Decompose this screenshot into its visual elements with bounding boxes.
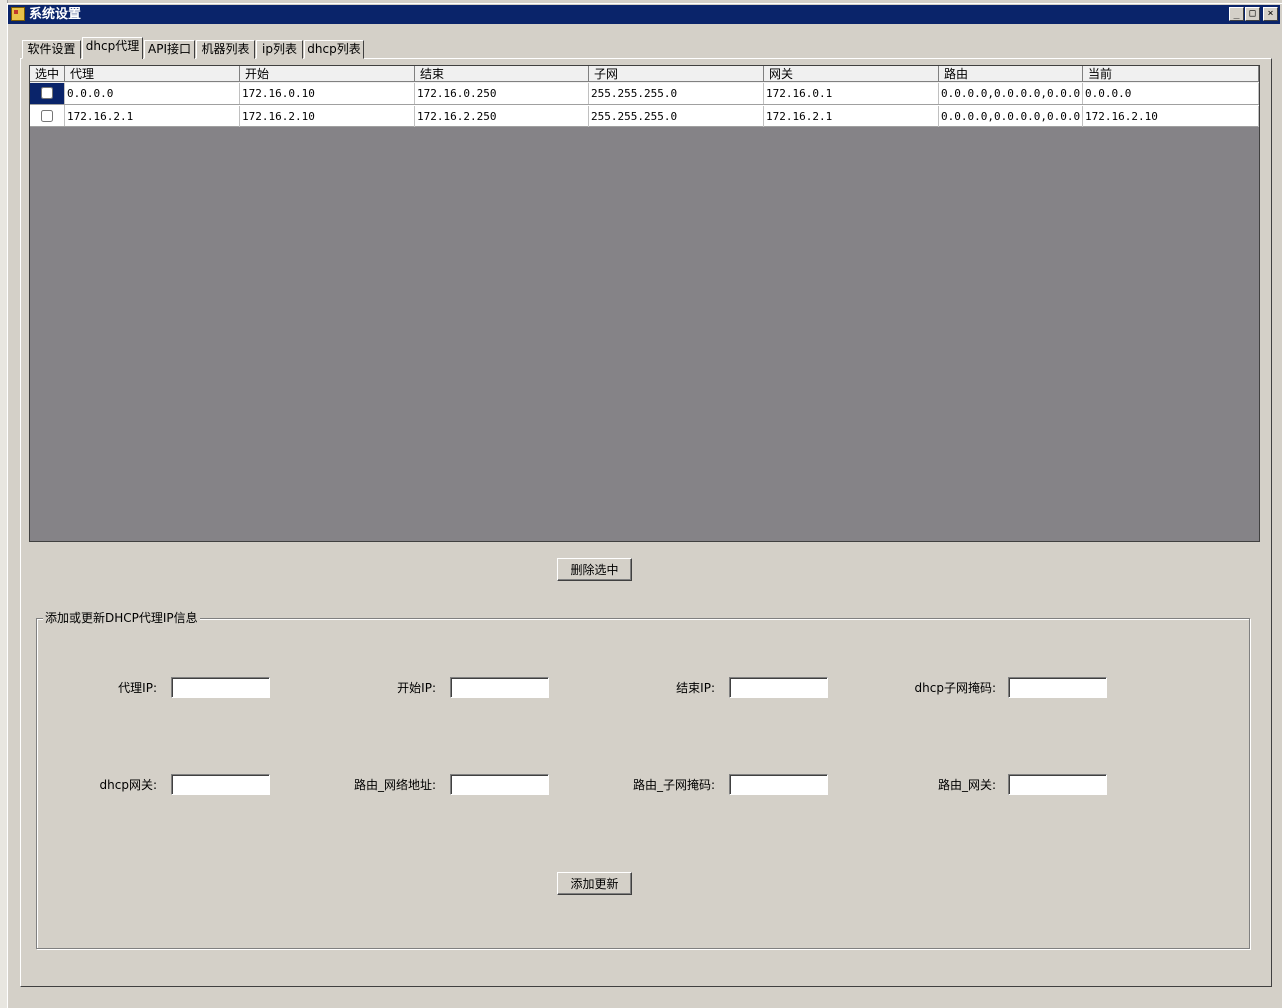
route-gateway-label: 路由_网关:: [937, 778, 996, 792]
cell-subnet[interactable]: 255.255.255.0: [589, 106, 764, 127]
route-network-label: 路由_网络地址:: [353, 778, 436, 792]
route-mask-label: 路由_子网掩码:: [632, 778, 715, 792]
dhcp-gateway-label: dhcp网关:: [99, 778, 157, 792]
dhcp-mask-input[interactable]: [1008, 677, 1107, 698]
maximize-icon[interactable]: □: [1245, 7, 1260, 21]
route-gateway-input[interactable]: [1008, 774, 1107, 795]
column-header-current[interactable]: 当前: [1083, 66, 1259, 82]
route-network-input[interactable]: [450, 774, 549, 795]
tab-api[interactable]: API接口: [144, 40, 195, 59]
tab-ip-list[interactable]: ip列表: [256, 40, 303, 59]
tab-software-settings[interactable]: 软件设置: [22, 40, 81, 59]
cell-current[interactable]: 0.0.0.0: [1083, 83, 1259, 104]
app-icon: [11, 7, 25, 21]
window-title: 系统设置: [29, 7, 82, 22]
end-ip-input[interactable]: [729, 677, 828, 698]
cell-proxy[interactable]: 172.16.2.1: [65, 106, 240, 127]
proxy-ip-input[interactable]: [171, 677, 270, 698]
row-checkbox[interactable]: [41, 110, 53, 122]
dhcp-gateway-input[interactable]: [171, 774, 270, 795]
column-header-select[interactable]: 选中: [30, 66, 65, 82]
group-title: 添加或更新DHCP代理IP信息: [43, 610, 200, 626]
cell-start[interactable]: 172.16.0.10: [240, 83, 415, 104]
cell-current[interactable]: 172.16.2.10: [1083, 106, 1259, 127]
start-ip-label: 开始IP:: [397, 681, 436, 695]
tab-dhcp-proxy[interactable]: dhcp代理: [82, 37, 143, 59]
tab-dhcp-list[interactable]: dhcp列表: [304, 40, 364, 59]
dhcp-mask-label: dhcp子网掩码:: [914, 681, 996, 695]
row-checkbox[interactable]: [41, 87, 53, 99]
delete-selected-button[interactable]: 删除选中: [557, 558, 632, 581]
tab-machine-list[interactable]: 机器列表: [196, 40, 255, 59]
add-update-button[interactable]: 添加更新: [557, 872, 632, 895]
cell-gateway[interactable]: 172.16.0.1: [764, 83, 939, 104]
cell-end[interactable]: 172.16.0.250: [415, 83, 589, 104]
minimize-icon[interactable]: _: [1229, 7, 1244, 21]
end-ip-label: 结束IP:: [676, 681, 715, 695]
cell-subnet[interactable]: 255.255.255.0: [589, 83, 764, 104]
start-ip-input[interactable]: [450, 677, 549, 698]
column-header-route[interactable]: 路由: [939, 66, 1083, 82]
proxy-grid[interactable]: [29, 65, 1260, 542]
proxy-ip-label: 代理IP:: [118, 681, 157, 695]
cell-start[interactable]: 172.16.2.10: [240, 106, 415, 127]
route-mask-input[interactable]: [729, 774, 828, 795]
cell-gateway[interactable]: 172.16.2.1: [764, 106, 939, 127]
cell-route[interactable]: 0.0.0.0,0.0.0.0,0.0.0.0: [939, 106, 1083, 127]
cell-route[interactable]: 0.0.0.0,0.0.0.0,0.0.0.0: [939, 83, 1083, 104]
column-header-start[interactable]: 开始: [240, 66, 415, 82]
column-header-end[interactable]: 结束: [415, 66, 589, 82]
close-icon[interactable]: ×: [1263, 7, 1278, 21]
title-bar[interactable]: [8, 5, 1280, 24]
column-header-gateway[interactable]: 网关: [764, 66, 939, 82]
cell-proxy[interactable]: 0.0.0.0: [65, 83, 240, 104]
cell-end[interactable]: 172.16.2.250: [415, 106, 589, 127]
column-header-subnet[interactable]: 子网: [589, 66, 764, 82]
column-header-proxy[interactable]: 代理: [65, 66, 240, 82]
